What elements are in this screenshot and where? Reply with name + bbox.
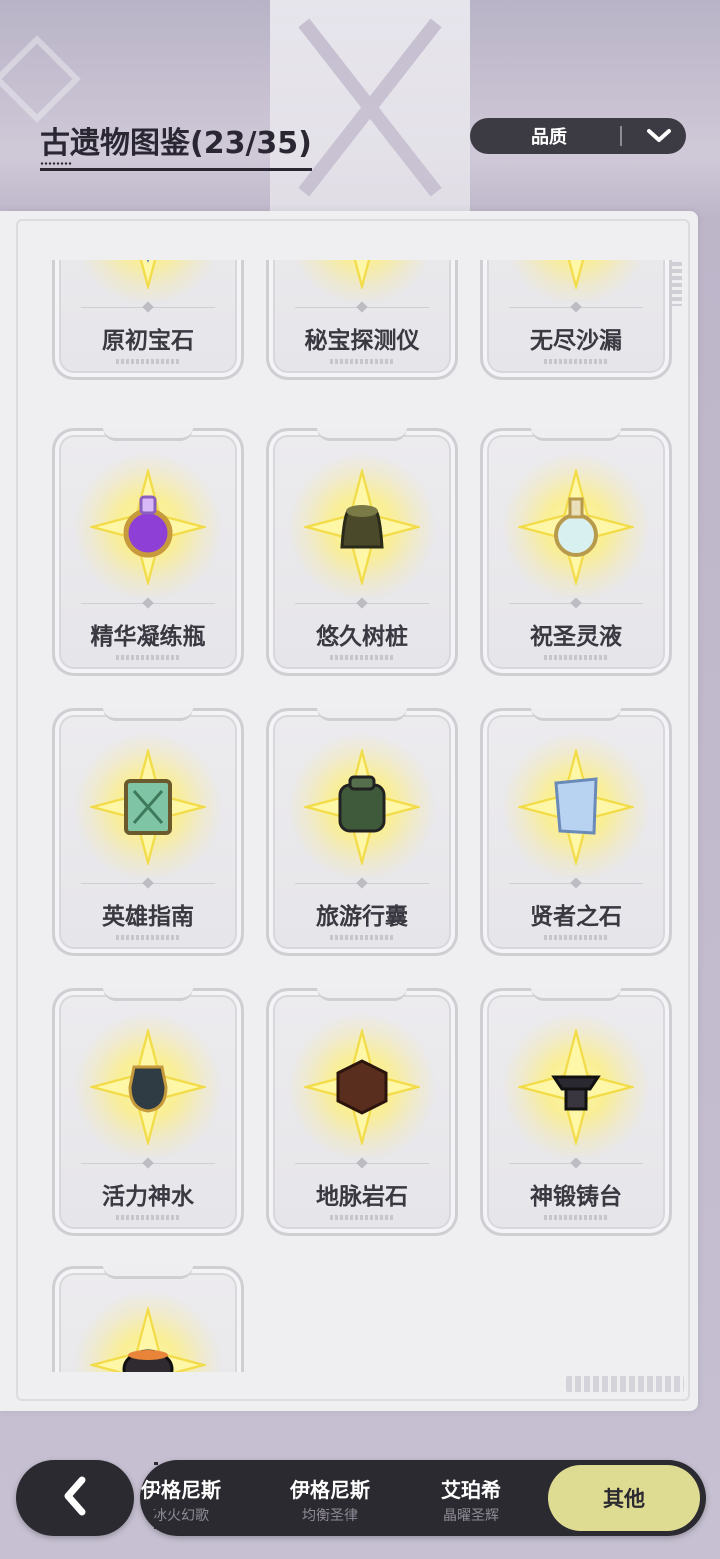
backpack-icon: [322, 767, 402, 847]
card-footer-ornament: [330, 655, 394, 660]
relic-card[interactable]: 无尽沙漏: [480, 260, 672, 380]
tab-ignis-balance[interactable]: 伊格尼斯 均衡圣律: [270, 1460, 390, 1536]
relic-card[interactable]: [52, 1266, 244, 1372]
dropdown-divider: [620, 126, 622, 146]
panel-bottom-ornament: [566, 1376, 684, 1392]
relic-card[interactable]: 神锻铸台: [480, 988, 672, 1236]
relic-card[interactable]: 祝圣灵液: [480, 428, 672, 676]
relic-card[interactable]: 精华凝练瓶: [52, 428, 244, 676]
chevron-left-icon: [60, 1476, 90, 1520]
relic-card[interactable]: 英雄指南: [52, 708, 244, 956]
tab-title: 伊格尼斯: [290, 1478, 370, 1502]
relic-name: 旅游行囊: [316, 904, 408, 930]
card-footer-ornament: [330, 935, 394, 940]
relic-card[interactable]: 原初宝石: [52, 260, 244, 380]
relic-name: 活力神水: [102, 1184, 194, 1210]
relic-name: 贤者之石: [530, 904, 622, 930]
card-footer-ornament: [116, 655, 180, 660]
hourglass-icon: [536, 260, 616, 271]
relic-card[interactable]: 旅游行囊: [266, 708, 458, 956]
sort-dropdown-label: 品质: [531, 127, 567, 148]
relic-name: 精华凝练瓶: [90, 624, 206, 650]
panel-corner-ornament: [580, 246, 684, 258]
title-underline-dots: [40, 162, 72, 165]
card-footer-ornament: [330, 1215, 394, 1220]
card-footer-ornament: [544, 655, 608, 660]
relic-name: 地脉岩石: [316, 1184, 408, 1210]
relic-card[interactable]: 悠久树桩: [266, 428, 458, 676]
relic-card[interactable]: 秘宝探测仪: [266, 260, 458, 380]
card-footer-ornament: [330, 359, 394, 364]
tab-other[interactable]: 其他: [548, 1465, 700, 1531]
relic-card[interactable]: 地脉岩石: [266, 988, 458, 1236]
relic-name: 秘宝探测仪: [304, 328, 420, 354]
card-footer-ornament: [116, 935, 180, 940]
tab-title: 艾珀希: [441, 1478, 501, 1502]
gem-icon: [108, 260, 188, 271]
stone-tablet-icon: [536, 767, 616, 847]
card-footer-ornament: [544, 1215, 608, 1220]
potion-bottle-icon: [108, 487, 188, 567]
page-title: 古遗物图鉴(23/35): [40, 118, 312, 171]
relic-name: 英雄指南: [102, 904, 194, 930]
compass-icon: [322, 260, 402, 271]
relic-grid[interactable]: 原初宝石 秘宝探测仪 无尽沙漏精华凝练瓶 悠久树桩 祝圣灵液英雄指南 旅游行囊 贤者之石活力…: [0, 260, 698, 1372]
card-footer-ornament: [544, 935, 608, 940]
relic-name: 神锻铸台: [530, 1184, 622, 1210]
back-button[interactable]: [16, 1460, 134, 1536]
relic-card[interactable]: 贤者之石: [480, 708, 672, 956]
tab-subtitle: 均衡圣律: [302, 1508, 358, 1524]
flask-icon: [536, 487, 616, 567]
tab-subtitle: 晶曜圣辉: [443, 1508, 499, 1524]
tree-stump-icon: [322, 487, 402, 567]
relic-name: 原初宝石: [102, 328, 194, 354]
relic-name: 祝圣灵液: [530, 624, 622, 650]
background-window: [270, 0, 470, 215]
urn-icon: [108, 1047, 188, 1127]
category-tab-bar: 伊格尼斯 冰火幻歌 伊格尼斯 均衡圣律 艾珀希 晶曜圣辉 其他: [140, 1460, 706, 1536]
book-icon: [108, 767, 188, 847]
card-footer-ornament: [116, 359, 180, 364]
relic-card[interactable]: 活力神水: [52, 988, 244, 1236]
card-footer-ornament: [116, 1215, 180, 1220]
rock-cube-icon: [322, 1047, 402, 1127]
background-diamond-ornament: [0, 35, 81, 123]
nav-divider-dots: [154, 1462, 158, 1534]
quality-sort-dropdown[interactable]: 品质: [470, 118, 686, 154]
relic-name: 无尽沙漏: [530, 328, 622, 354]
relic-name: 悠久树桩: [316, 624, 408, 650]
anvil-icon: [536, 1047, 616, 1127]
tab-epoch[interactable]: 艾珀希 晶曜圣辉: [416, 1460, 526, 1536]
cauldron-icon: [108, 1325, 188, 1372]
chevron-down-icon: [632, 128, 686, 144]
card-footer-ornament: [544, 359, 608, 364]
